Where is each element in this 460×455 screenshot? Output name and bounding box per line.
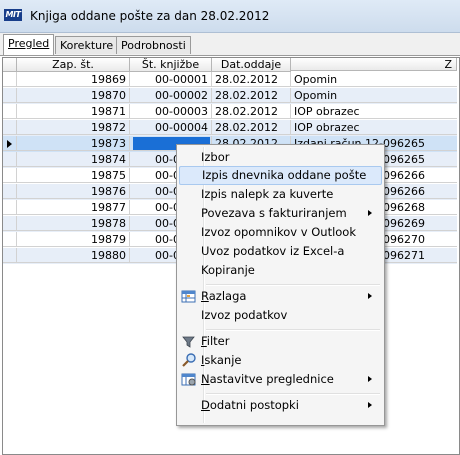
- cell-st-knjizbe[interactable]: 00-00002: [130, 88, 212, 103]
- cell-zap-st[interactable]: 19880: [17, 248, 130, 263]
- cell-dat-oddaje[interactable]: 28.02.2012: [212, 88, 291, 103]
- row-indicator[interactable]: [3, 152, 17, 167]
- row-indicator[interactable]: [3, 216, 17, 231]
- table-row[interactable]: 19869 00-00001 28.02.2012 Opomin: [3, 72, 457, 88]
- menu-separator: [206, 329, 380, 331]
- tab-korekture-label: Korekture: [60, 39, 114, 52]
- submenu-arrow-icon: [368, 402, 372, 408]
- cell-zap-st[interactable]: 19873: [17, 136, 130, 151]
- header-st-knjizbe[interactable]: Št. knjižbe: [130, 58, 212, 72]
- menu-item-filter[interactable]: Filter: [179, 332, 380, 351]
- menu-item-izvoz-outlook[interactable]: Izvoz opomnikov v Outlook: [179, 223, 380, 242]
- cell-opis[interactable]: Opomin: [291, 72, 457, 87]
- cell-st-knjizbe[interactable]: 00-00004: [130, 120, 212, 135]
- cell-zap-st[interactable]: 19875: [17, 168, 130, 183]
- menu-item-kopiranje[interactable]: Kopiranje: [179, 261, 380, 280]
- table-row[interactable]: 19872 00-00004 28.02.2012 IOP obrazec: [3, 120, 457, 136]
- menu-item-povezava-fakturiranje[interactable]: Povezava s fakturiranjem: [179, 204, 380, 223]
- window-title-bar[interactable]: MIT Knjiga oddane pošte za dan 28.02.201…: [0, 0, 460, 33]
- app-logo: MIT: [4, 9, 22, 21]
- cell-opis[interactable]: Opomin: [291, 88, 457, 103]
- header-z[interactable]: Z: [291, 58, 457, 71]
- cell-st-knjizbe[interactable]: 00-00001: [130, 72, 212, 87]
- filter-icon: [181, 334, 197, 349]
- menu-item-label: Dodatni postopki: [201, 398, 299, 412]
- table-view-icon: [181, 289, 197, 304]
- menu-item-label: Filter: [201, 334, 230, 348]
- menu-item-label: Nastavitve preglednice: [201, 372, 334, 386]
- header-indicator: [3, 58, 17, 72]
- submenu-arrow-icon: [368, 210, 372, 216]
- row-indicator[interactable]: [3, 120, 17, 135]
- cell-zap-st[interactable]: 19872: [17, 120, 130, 135]
- context-menu: Izbor Izpis dnevnika oddane pošte Izpis …: [176, 144, 385, 426]
- cell-zap-st[interactable]: 19869: [17, 72, 130, 87]
- menu-item-label: Izpis nalepk za kuverte: [201, 187, 334, 201]
- cell-opis[interactable]: IOP obrazec: [291, 104, 457, 119]
- tab-pregled-label: Pregled: [8, 37, 50, 50]
- menu-item-label: Izvoz podatkov: [201, 308, 288, 322]
- table-row[interactable]: 19870 00-00002 28.02.2012 Opomin: [3, 88, 457, 104]
- cell-zap-st[interactable]: 19870: [17, 88, 130, 103]
- table-row[interactable]: 19871 00-00003 28.02.2012 IOP obrazec: [3, 104, 457, 120]
- grid-settings-icon: [181, 372, 197, 387]
- menu-item-label: Iskanje: [201, 353, 242, 367]
- header-zap-st[interactable]: Zap. št.: [17, 58, 130, 72]
- row-indicator[interactable]: [3, 184, 17, 199]
- menu-item-izvoz-podatkov[interactable]: Izvoz podatkov: [179, 306, 380, 325]
- row-indicator[interactable]: [3, 248, 17, 263]
- tab-korekture[interactable]: Korekture: [55, 36, 119, 54]
- menu-separator: [206, 393, 380, 395]
- menu-item-label: Razlaga: [201, 289, 247, 303]
- tab-divider: [0, 55, 460, 56]
- search-icon: [181, 353, 197, 368]
- grid-header: Zap. št. Št. knjižbe Dat.oddaje Z: [3, 58, 459, 72]
- cell-zap-st[interactable]: 19876: [17, 184, 130, 199]
- menu-item-izpis-dnevnika[interactable]: Izpis dnevnika oddane pošte: [179, 166, 382, 185]
- menu-item-dodatni-postopki[interactable]: Dodatni postopki: [179, 396, 380, 415]
- cell-dat-oddaje[interactable]: 28.02.2012: [212, 104, 291, 119]
- menu-item-label: Izvoz opomnikov v Outlook: [201, 225, 357, 239]
- menu-item-label: Povezava s fakturiranjem: [201, 206, 347, 220]
- menu-item-label: Izbor: [201, 150, 230, 164]
- cell-zap-st[interactable]: 19871: [17, 104, 130, 119]
- menu-item-iskanje[interactable]: Iskanje: [179, 351, 380, 370]
- window-title: Knjiga oddane pošte za dan 28.02.2012: [30, 9, 270, 23]
- menu-item-label: Kopiranje: [201, 263, 255, 277]
- menu-item-izbor[interactable]: Izbor: [179, 148, 380, 167]
- menu-item-razlaga[interactable]: Razlaga: [179, 287, 380, 306]
- row-indicator[interactable]: [3, 168, 17, 183]
- row-indicator[interactable]: [3, 104, 17, 119]
- header-dat-oddaje[interactable]: Dat.oddaje: [212, 58, 291, 72]
- row-indicator[interactable]: [3, 136, 17, 151]
- row-indicator[interactable]: [3, 72, 17, 87]
- cell-st-knjizbe[interactable]: 00-00003: [130, 104, 212, 119]
- submenu-arrow-icon: [368, 376, 372, 382]
- cell-zap-st[interactable]: 19879: [17, 232, 130, 247]
- menu-item-izpis-nalepk[interactable]: Izpis nalepk za kuverte: [179, 185, 380, 204]
- cell-zap-st[interactable]: 19874: [17, 152, 130, 167]
- tab-pregled[interactable]: Pregled: [3, 34, 55, 55]
- cell-opis[interactable]: IOP obrazec: [291, 120, 457, 135]
- cell-zap-st[interactable]: 19877: [17, 200, 130, 215]
- tab-podrobnosti-label: Podrobnosti: [121, 39, 186, 52]
- row-indicator[interactable]: [3, 232, 17, 247]
- row-indicator[interactable]: [3, 200, 17, 215]
- current-row-arrow-icon: [7, 140, 12, 148]
- menu-item-nastavitve-preglednice[interactable]: Nastavitve preglednice: [179, 370, 380, 389]
- menu-item-label: Izpis dnevnika oddane pošte: [202, 168, 367, 182]
- menu-item-label: Uvoz podatkov iz Excel-a: [201, 244, 345, 258]
- row-indicator[interactable]: [3, 88, 17, 103]
- cell-zap-st[interactable]: 19878: [17, 216, 130, 231]
- menu-separator: [206, 284, 380, 286]
- submenu-arrow-icon: [368, 293, 372, 299]
- tab-bar: Pregled Korekture Podrobnosti: [0, 33, 460, 55]
- tab-podrobnosti[interactable]: Podrobnosti: [116, 36, 191, 54]
- menu-item-uvoz-excel[interactable]: Uvoz podatkov iz Excel-a: [179, 242, 380, 261]
- cell-dat-oddaje[interactable]: 28.02.2012: [212, 120, 291, 135]
- cell-dat-oddaje[interactable]: 28.02.2012: [212, 72, 291, 87]
